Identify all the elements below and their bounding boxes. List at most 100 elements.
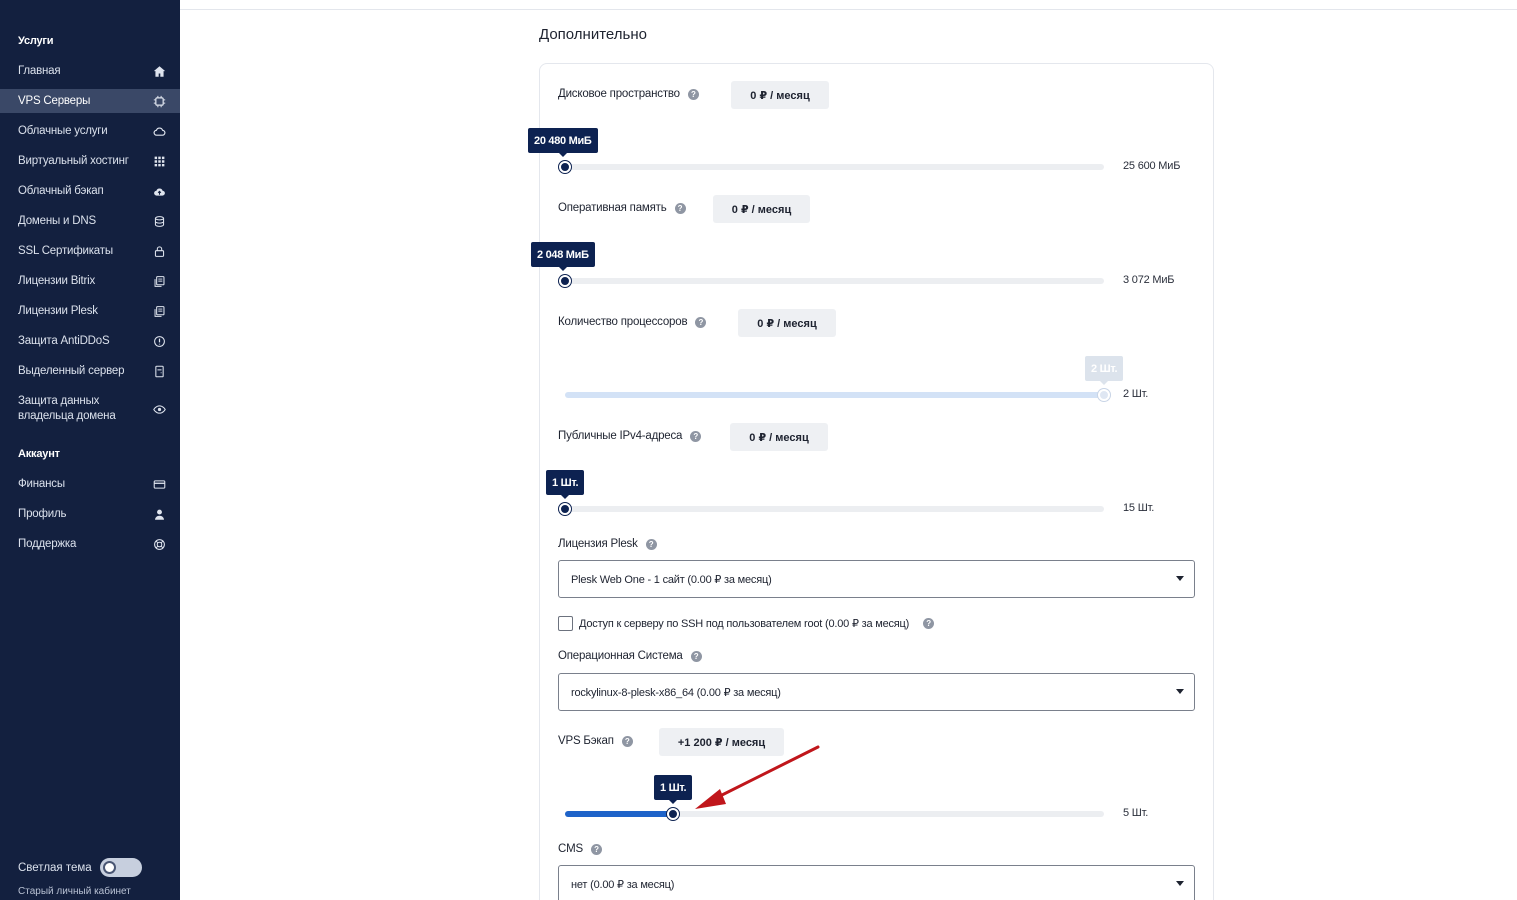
ipv4-max: 15 Шт.	[1123, 502, 1155, 514]
help-icon[interactable]: ?	[645, 538, 657, 550]
license-icon	[152, 274, 166, 288]
ipv4-label-row: Публичные IPv4-адреса ?	[558, 430, 702, 442]
ssh-row: Доступ к серверу по SSH под пользователе…	[558, 616, 935, 631]
ipv4-value-tooltip: 1 Шт.	[546, 470, 585, 499]
sidebar-item-label: Лицензии Plesk	[18, 305, 98, 317]
sidebar-item-home[interactable]: Главная	[0, 59, 180, 83]
user-icon	[152, 507, 166, 521]
disk-label-row: Дисковое пространство ?	[558, 88, 699, 100]
os-selected-value: rockylinux-8-plesk-x86_64 (0.00 ₽ за мес…	[571, 686, 781, 699]
database-icon	[152, 214, 166, 228]
sidebar-item-label: Защита данных владельца домена	[18, 395, 116, 422]
old-cabinet-link[interactable]: Старый личный кабинет	[18, 886, 131, 897]
sidebar-item-label: Защита AntiDDoS	[18, 335, 110, 347]
theme-toggle[interactable]	[99, 858, 142, 877]
sidebar-item-cloud[interactable]: Облачные услуги	[0, 119, 180, 143]
sidebar-item-label: Виртуальный хостинг	[18, 155, 129, 167]
ram-slider-thumb[interactable]	[559, 275, 571, 287]
sidebar-item-whois-protection[interactable]: Защита данных владельца домена	[0, 392, 180, 426]
help-icon[interactable]: ?	[923, 618, 935, 629]
sidebar-item-dedicated[interactable]: Выделенный сервер	[0, 359, 180, 383]
ram-max: 3 072 МиБ	[1123, 274, 1175, 286]
sidebar-item-plesk[interactable]: Лицензии Plesk	[0, 299, 180, 323]
plesk-select[interactable]: Plesk Web One - 1 сайт (0.00 ₽ за месяц)	[558, 560, 1195, 598]
backup-value-tooltip: 1 Шт.	[654, 775, 693, 804]
sidebar-item-bitrix[interactable]: Лицензии Bitrix	[0, 269, 180, 293]
sidebar-item-label: SSL Сертификаты	[18, 245, 113, 257]
ssh-checkbox[interactable]	[558, 616, 573, 631]
backup-slider[interactable]	[565, 808, 1104, 820]
credit-card-icon	[152, 477, 166, 491]
sidebar-item-vps[interactable]: VPS Серверы	[0, 89, 180, 113]
ram-value-tooltip: 2 048 МиБ	[531, 242, 595, 271]
chevron-down-icon	[1176, 881, 1184, 886]
help-icon[interactable]: ?	[690, 650, 702, 662]
theme-label: Светлая тема	[18, 861, 92, 874]
lifebuoy-icon	[152, 537, 166, 551]
cloud-upload-icon	[152, 184, 166, 198]
ipv4-label: Публичные IPv4-адреса	[558, 430, 683, 442]
ram-slider[interactable]	[559, 275, 1104, 287]
backup-label: VPS Бэкап	[558, 735, 614, 747]
help-icon[interactable]: ?	[690, 430, 702, 442]
help-icon[interactable]: ?	[687, 88, 699, 100]
cpu-max: 2 Шт.	[1123, 388, 1149, 400]
lock-icon	[152, 244, 166, 258]
os-label: Операционная Система	[558, 650, 683, 662]
sidebar-item-finance[interactable]: Финансы	[0, 472, 180, 496]
sidebar-item-profile[interactable]: Профиль	[0, 502, 180, 526]
home-icon	[152, 64, 166, 78]
eye-icon	[152, 402, 166, 416]
help-icon[interactable]: ?	[590, 843, 602, 855]
sidebar-item-support[interactable]: Поддержка	[0, 532, 180, 556]
account-heading: Аккаунт	[18, 448, 60, 460]
ram-label-row: Оперативная память ?	[558, 202, 686, 214]
cpu-slider-thumb	[1098, 389, 1110, 401]
backup-label-row: VPS Бэкап ?	[558, 735, 633, 747]
sidebar-item-label: Главная	[18, 65, 61, 77]
ram-label: Оперативная память	[558, 202, 667, 214]
sidebar-item-label: Домены и DNS	[18, 215, 96, 227]
annotation-arrow	[695, 745, 820, 809]
ram-price: 0 ₽ / месяц	[713, 195, 810, 223]
chevron-down-icon	[1176, 689, 1184, 694]
cpu-value-tooltip: 2 Шт.	[1085, 356, 1124, 385]
options-card	[539, 63, 1214, 900]
section-title: Дополнительно	[539, 26, 647, 43]
sidebar-item-ssl[interactable]: SSL Сертификаты	[0, 239, 180, 263]
os-label-row: Операционная Система ?	[558, 650, 702, 662]
help-icon[interactable]: ?	[674, 202, 686, 214]
toggle-knob	[102, 861, 116, 874]
ipv4-slider-thumb[interactable]	[559, 503, 571, 515]
cms-label-row: CMS ?	[558, 843, 602, 855]
help-icon[interactable]: ?	[621, 735, 633, 747]
sidebar-item-hosting[interactable]: Виртуальный хостинг	[0, 149, 180, 173]
disk-price: 0 ₽ / месяц	[731, 81, 829, 109]
sidebar-item-label: VPS Серверы	[18, 95, 91, 107]
help-icon[interactable]: ?	[695, 316, 707, 328]
cpu-slider	[565, 389, 1110, 401]
server-icon	[152, 364, 166, 378]
disk-slider-thumb[interactable]	[559, 161, 571, 173]
ssh-label: Доступ к серверу по SSH под пользователе…	[579, 618, 910, 630]
sidebar-item-label: Профиль	[18, 508, 67, 520]
chevron-down-icon	[1176, 576, 1184, 581]
disk-slider[interactable]	[559, 161, 1104, 173]
cloud-icon	[152, 124, 166, 138]
sidebar: Услуги Главная VPS Серверы Облачные услу…	[0, 0, 180, 900]
sidebar-item-domains[interactable]: Домены и DNS	[0, 209, 180, 233]
cms-label: CMS	[558, 843, 583, 855]
grid-icon	[152, 154, 166, 168]
sidebar-item-label: Финансы	[18, 478, 65, 490]
backup-slider-thumb[interactable]	[666, 808, 679, 820]
os-select[interactable]: rockylinux-8-plesk-x86_64 (0.00 ₽ за мес…	[558, 673, 1195, 711]
sidebar-item-antiddos[interactable]: Защита AntiDDoS	[0, 329, 180, 353]
cpu-price: 0 ₽ / месяц	[738, 309, 836, 337]
cms-selected-value: нет (0.00 ₽ за месяц)	[571, 878, 675, 891]
cms-select[interactable]: нет (0.00 ₽ за месяц)	[558, 865, 1195, 900]
sidebar-item-backup[interactable]: Облачный бэкап	[0, 179, 180, 203]
sidebar-item-label: Выделенный сервер	[18, 365, 125, 377]
backup-slider-fill	[565, 811, 673, 817]
plesk-label: Лицензия Plesk	[558, 538, 638, 550]
ipv4-slider[interactable]	[559, 503, 1104, 515]
